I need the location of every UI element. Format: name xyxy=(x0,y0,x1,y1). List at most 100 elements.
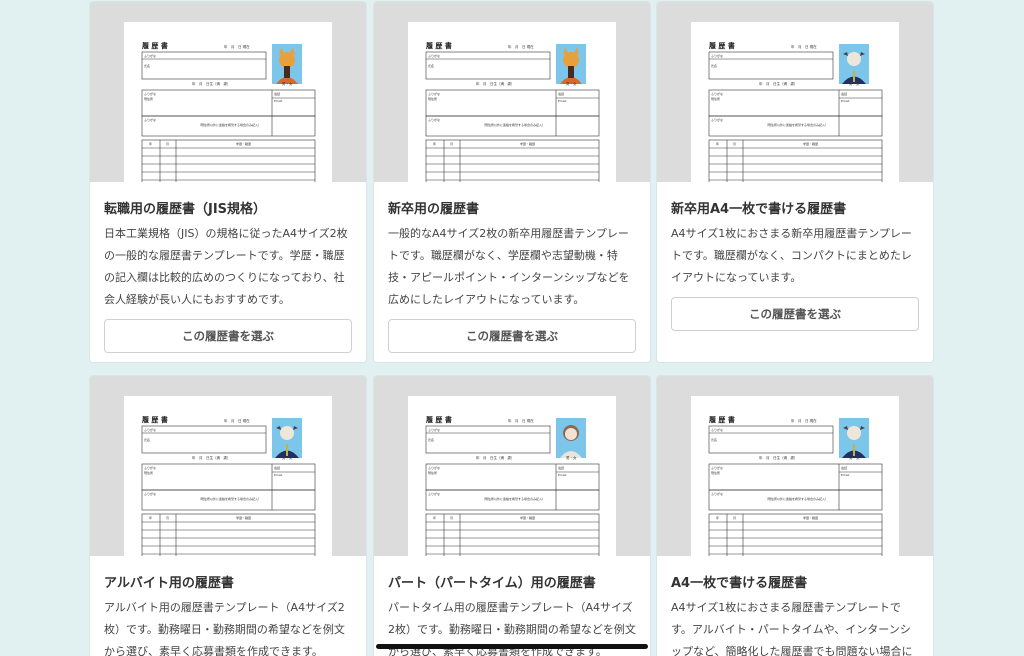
furigana-label: ふりがな xyxy=(711,491,723,496)
select-resume-button[interactable]: この履歴書を選ぶ xyxy=(388,319,636,353)
resume-thumbnail: 履 歴 書年 月 日 現在 ふりがな 氏名年 月 日生（満 歳） 男・女 ふりがな 現住所… xyxy=(90,2,366,182)
contact-note: （現住所以外に連絡を希望する場合のみ記入） xyxy=(765,122,828,127)
email-label: Email xyxy=(558,473,566,477)
address-label: 現住所 xyxy=(428,470,437,475)
contact-note: （現住所以外に連絡を希望する場合のみ記入） xyxy=(765,496,828,501)
tie-shape xyxy=(853,70,855,82)
email-label: Email xyxy=(841,473,849,477)
card-title: A4一枚で書ける履歴書 xyxy=(671,576,808,591)
furigana-label: ふりがな xyxy=(144,117,156,122)
select-resume-button[interactable]: この履歴書を選ぶ xyxy=(104,319,352,353)
card-description: 日本工業規格（JIS）の規格に従ったA4サイズ2枚の一般的な履歴書テンプレートで… xyxy=(104,227,348,306)
resume-thumbnail: 履 歴 書年 月 日 現在 ふりがな 氏名年 月 日生（満 歳） 男・女 ふりがな 現住所… xyxy=(657,376,933,556)
resume-thumbnail: 履 歴 書年 月 日 現在 ふりがな 氏名年 月 日生（満 歳） 男・女 ふりがな 現住所… xyxy=(90,376,366,556)
birth-label: 年 月 日生（満 歳） xyxy=(476,81,515,86)
template-card-jis[interactable]: 履 歴 書年 月 日 現在 ふりがな 氏名年 月 日生（満 歳） 男・女 ふりがな 現住所… xyxy=(90,2,366,362)
email-label: Email xyxy=(274,473,282,477)
resume-heading: 履 歴 書 xyxy=(141,415,168,424)
name-label: 氏名 xyxy=(144,63,150,68)
col-month: 月 xyxy=(450,516,453,520)
address-label: 現住所 xyxy=(711,96,720,101)
scroll-indicator xyxy=(376,644,648,649)
card-title: 新卒用の履歴書 xyxy=(388,202,480,217)
address-label: 現住所 xyxy=(428,96,437,101)
template-card-a4-single[interactable]: 履 歴 書年 月 日 現在 ふりがな 氏名年 月 日生（満 歳） 男・女 ふりがな 現住所… xyxy=(657,376,933,656)
resume-preview-image: 履 歴 書年 月 日 現在ふりがな氏名年 月 日生（満 歳） 男・女ふりがな現住所… xyxy=(124,22,332,182)
resume-date: 年 月 日 現在 xyxy=(224,418,250,423)
furigana-label: ふりがな xyxy=(428,427,440,432)
resume-thumbnail: 履 歴 書年 月 日 現在 ふりがな 氏名年 月 日生（満 歳） 男・女 ふりがな 現住所… xyxy=(657,2,933,182)
tel-label: 電話 xyxy=(274,465,280,470)
col-month: 月 xyxy=(450,142,453,146)
card-description: A4サイズ1枚におさまる新卒用履歴書テンプレートです。職歴欄がなく、コンパクトに… xyxy=(671,227,912,284)
furigana-label: ふりがな xyxy=(711,117,723,122)
tie-shape xyxy=(286,444,288,456)
template-card-new-grad-a4[interactable]: 履 歴 書年 月 日 現在 ふりがな 氏名年 月 日生（満 歳） 男・女 ふりがな 現住所… xyxy=(657,2,933,362)
furigana-label: ふりがな xyxy=(428,117,440,122)
col-year: 年 xyxy=(716,515,719,520)
birth-label: 年 月 日生（満 歳） xyxy=(192,81,231,86)
face-shape xyxy=(565,428,577,440)
resume-heading: 履 歴 書 xyxy=(708,415,735,424)
tel-label: 電話 xyxy=(274,91,280,96)
card-title: 転職用の履歴書（JIS規格） xyxy=(104,202,267,217)
furigana-label: ふりがな xyxy=(428,491,440,496)
sex-label: 男・女 xyxy=(849,81,860,86)
furigana-label: ふりがな xyxy=(428,53,440,58)
tel-label: 電話 xyxy=(558,465,564,470)
tel-label: 電話 xyxy=(841,465,847,470)
col-month: 月 xyxy=(166,516,169,520)
template-card-part-time-job[interactable]: 履 歴 書年 月 日 現在 ふりがな 氏名年 月 日生（満 歳） 男・女 ふりがな 現住所… xyxy=(90,376,366,656)
contact-note: （現住所以外に連絡を希望する場合のみ記入） xyxy=(198,496,261,501)
sex-label: 男・女 xyxy=(849,455,860,460)
col-history: 学歴・職歴 xyxy=(236,141,251,146)
furigana-label: ふりがな xyxy=(711,91,723,96)
col-year: 年 xyxy=(149,515,152,520)
name-label: 氏名 xyxy=(428,437,434,442)
address-label: 現住所 xyxy=(144,470,153,475)
col-history: 学歴・職歴 xyxy=(236,515,251,520)
address-label: 現住所 xyxy=(144,96,153,101)
tie-shape xyxy=(853,444,855,456)
sex-label: 男・女 xyxy=(282,455,293,460)
sex-label: 男・女 xyxy=(566,455,577,460)
furigana-label: ふりがな xyxy=(144,491,156,496)
template-card-part-timer[interactable]: 履 歴 書年 月 日 現在 ふりがな 氏名年 月 日生（満 歳） 男・女 ふりがな 現住所… xyxy=(374,376,650,656)
birth-label: 年 月 日生（満 歳） xyxy=(192,455,231,460)
furigana-label: ふりがな xyxy=(144,465,156,470)
resume-heading: 履 歴 書 xyxy=(425,41,452,50)
card-title: アルバイト用の履歴書 xyxy=(104,576,234,591)
face-shape xyxy=(280,426,294,440)
col-month: 月 xyxy=(733,516,736,520)
col-month: 月 xyxy=(733,142,736,146)
resume-preview-image: 履 歴 書年 月 日 現在ふりがな氏名年 月 日生（満 歳） 男・女ふりがな現住所… xyxy=(691,396,899,556)
tel-label: 電話 xyxy=(558,91,564,96)
tie-shape xyxy=(284,66,290,78)
card-description: アルバイト用の履歴書テンプレート（A4サイズ2枚）です。勤務曜日・勤務期間の希望… xyxy=(104,601,345,656)
face-shape xyxy=(563,52,579,68)
address-label: 現住所 xyxy=(711,470,720,475)
resume-preview-image: 履 歴 書年 月 日 現在ふりがな氏名年 月 日生（満 歳） 男・女ふりがな現住所… xyxy=(691,22,899,182)
resume-date: 年 月 日 現在 xyxy=(791,44,817,49)
resume-date: 年 月 日 現在 xyxy=(791,418,817,423)
resume-preview-image: 履 歴 書年 月 日 現在ふりがな氏名年 月 日生（満 歳） 男・女ふりがな現住所… xyxy=(408,22,616,182)
tie-shape xyxy=(568,66,574,78)
face-shape xyxy=(279,52,295,68)
contact-note: （現住所以外に連絡を希望する場合のみ記入） xyxy=(482,122,545,127)
template-card-new-grad[interactable]: 履 歴 書年 月 日 現在 ふりがな 氏名年 月 日生（満 歳） 男・女 ふりがな 現住所… xyxy=(374,2,650,362)
name-label: 氏名 xyxy=(711,437,717,442)
name-label: 氏名 xyxy=(428,63,434,68)
contact-note: （現住所以外に連絡を希望する場合のみ記入） xyxy=(198,122,261,127)
col-month: 月 xyxy=(166,142,169,146)
resume-date: 年 月 日 現在 xyxy=(224,44,250,49)
birth-label: 年 月 日生（満 歳） xyxy=(476,455,515,460)
resume-preview-image: 履 歴 書年 月 日 現在ふりがな氏名年 月 日生（満 歳） 男・女ふりがな現住所… xyxy=(124,396,332,556)
col-year: 年 xyxy=(433,141,436,146)
select-resume-button[interactable]: この履歴書を選ぶ xyxy=(671,297,919,331)
col-year: 年 xyxy=(716,141,719,146)
name-label: 氏名 xyxy=(144,437,150,442)
card-title: 新卒用A4一枚で書ける履歴書 xyxy=(671,202,847,217)
face-shape xyxy=(847,52,861,66)
resume-heading: 履 歴 書 xyxy=(141,41,168,50)
face-shape xyxy=(847,426,861,440)
